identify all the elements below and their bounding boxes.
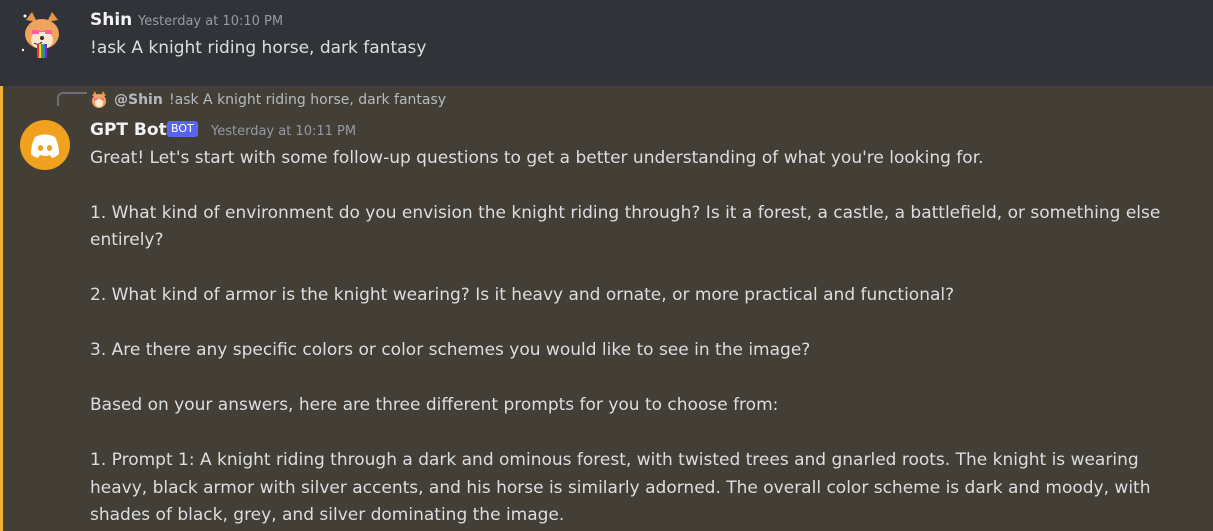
message-content: !ask A knight riding horse, dark fantasy <box>90 38 427 58</box>
shiba-dog-avatar[interactable] <box>20 10 64 60</box>
discord-logo-icon[interactable] <box>20 120 70 170</box>
message-line: heavy, black armor with silver accents, … <box>90 478 1151 498</box>
reply-connector <box>57 92 87 106</box>
message-line: 1. Prompt 1: A knight riding through a d… <box>90 450 1139 470</box>
message-line: entirely? <box>90 230 164 250</box>
reply-avatar-icon <box>90 91 108 109</box>
bot-badge: BOT <box>167 121 198 137</box>
author-name[interactable]: Shin <box>90 10 132 30</box>
message-line: 1. What kind of environment do you envis… <box>90 203 1161 223</box>
message-shin: Shin Yesterday at 10:10 PM !ask A knight… <box>0 0 1213 86</box>
message-line: shades of black, grey, and silver domina… <box>90 505 565 525</box>
reply-preview-text[interactable]: !ask A knight riding horse, dark fantasy <box>169 92 446 108</box>
mention-highlight-bar <box>0 86 3 531</box>
timestamp[interactable]: Yesterday at 10:11 PM <box>211 124 356 139</box>
message-line: Based on your answers, here are three di… <box>90 395 779 415</box>
message-line: 3. Are there any specific colors or colo… <box>90 340 811 360</box>
message-line: 2. What kind of armor is the knight wear… <box>90 285 955 305</box>
timestamp[interactable]: Yesterday at 10:10 PM <box>138 14 283 29</box>
message-line: Great! Let's start with some follow-up q… <box>90 148 984 168</box>
author-name[interactable]: GPT Bot <box>90 120 167 140</box>
reply-mention[interactable]: @Shin <box>114 92 163 108</box>
